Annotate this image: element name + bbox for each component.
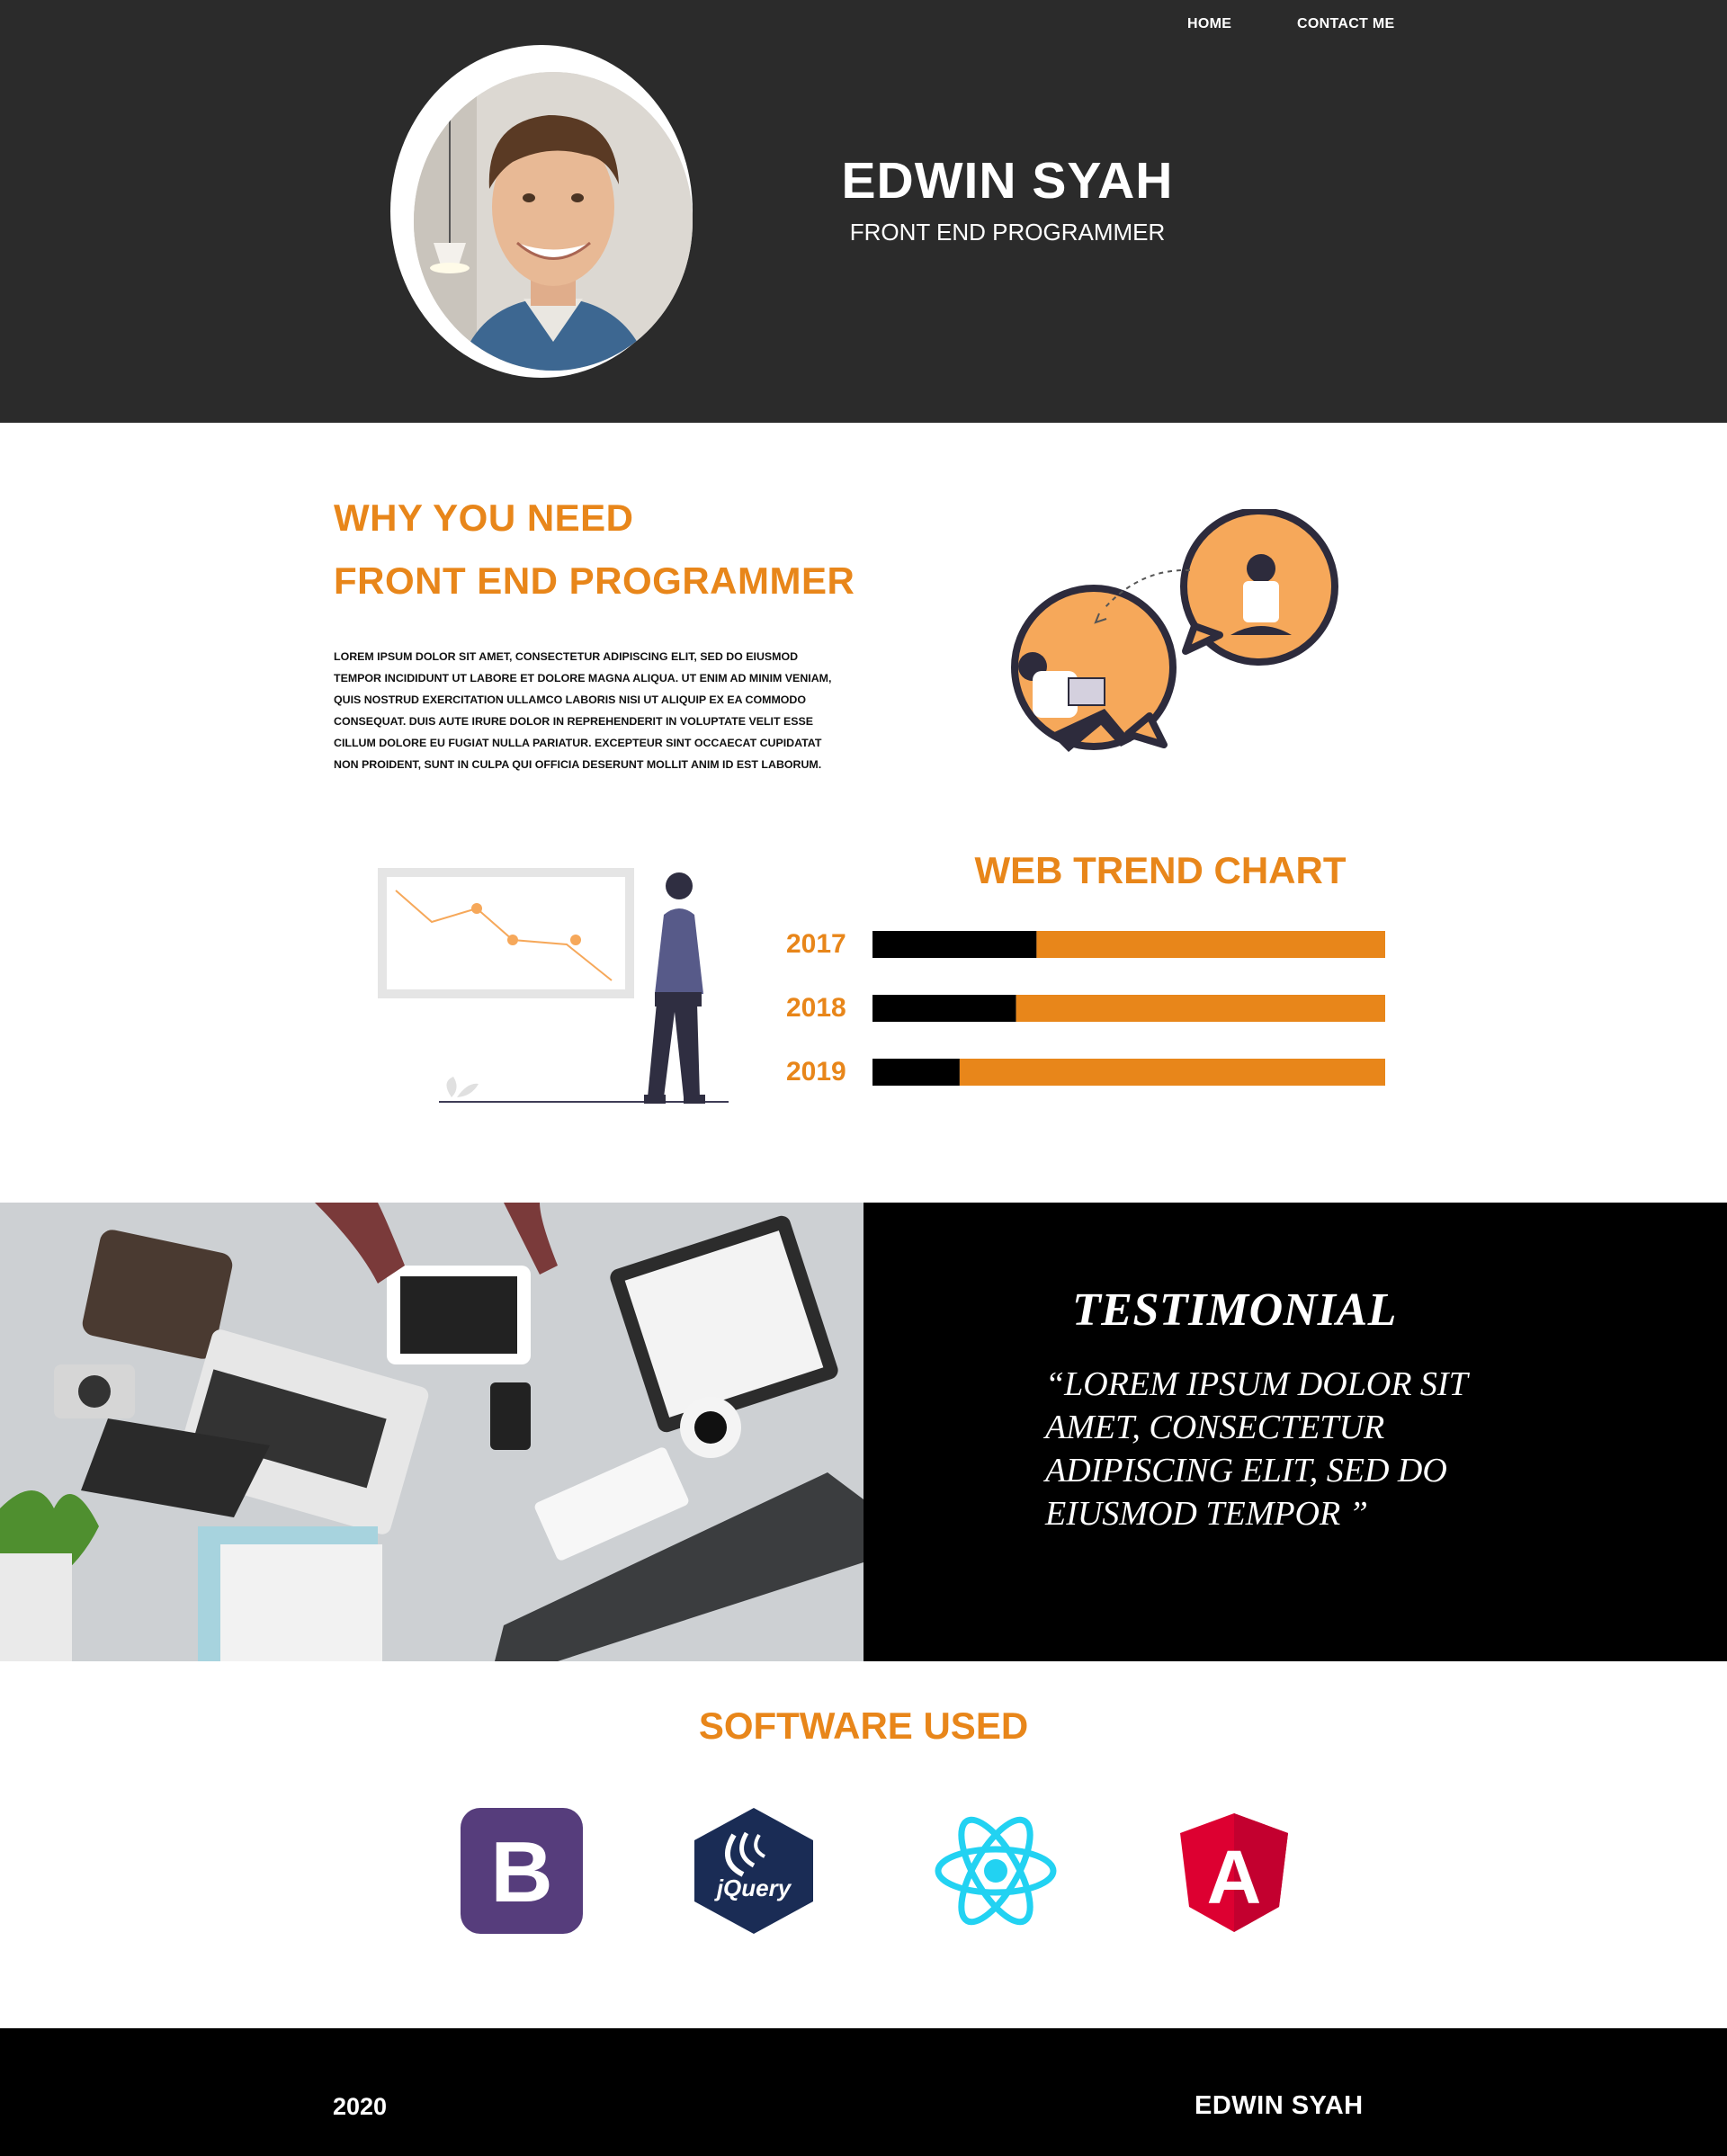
bar-label-2017: 2017 bbox=[786, 929, 846, 959]
chart-title: WEB TREND CHART bbox=[974, 849, 1347, 891]
testimonial-quote: “LOREM IPSUM DOLOR SIT AMET, CONSECTETUR… bbox=[1045, 1365, 1468, 1533]
svg-text:jQuery: jQuery bbox=[714, 1874, 792, 1901]
chat-illustration bbox=[1011, 509, 1338, 752]
avatar bbox=[414, 72, 693, 371]
react-logo-icon bbox=[935, 1816, 1057, 1926]
why-body: LOREM IPSUM DOLOR SIT AMET, CONSECTETUR … bbox=[334, 650, 832, 771]
desk-image bbox=[0, 1203, 864, 1661]
bar-2018-segment-1 bbox=[872, 995, 1016, 1022]
bar-2019-segment-2 bbox=[959, 1059, 1385, 1086]
bar-2019-segment-1 bbox=[872, 1059, 960, 1086]
angular-logo-icon: A bbox=[1180, 1813, 1288, 1932]
svg-text:B: B bbox=[490, 1824, 552, 1920]
bar-2017-segment-2 bbox=[1036, 931, 1385, 958]
software-title: SOFTWARE USED bbox=[698, 1704, 1029, 1747]
jquery-logo-icon: jQuery bbox=[694, 1808, 813, 1934]
bar-label-2019: 2019 bbox=[786, 1057, 846, 1087]
testimonial-title: TESTIMONIAL bbox=[1072, 1284, 1397, 1336]
why-title-line1: WHY YOU NEED bbox=[334, 497, 634, 539]
hero-name: EDWIN SYAH bbox=[841, 152, 1174, 210]
nav-contact-link[interactable]: CONTACT ME bbox=[1297, 16, 1394, 32]
top-nav: HOME CONTACT ME bbox=[0, 16, 1727, 43]
profile-photo bbox=[414, 72, 693, 371]
trend-bar-chart: 2017 2018 2019 bbox=[786, 929, 1385, 1087]
footer-name: EDWIN SYAH bbox=[1195, 2091, 1364, 2120]
chart-illustration bbox=[378, 868, 729, 1104]
svg-text:A: A bbox=[1207, 1835, 1262, 1919]
why-title-line2: FRONT END PROGRAMMER bbox=[334, 559, 855, 602]
workspace-photo bbox=[0, 1203, 864, 1661]
testimonial-panel: TESTIMONIAL “LOREM IPSUM DOLOR SIT AMET,… bbox=[864, 1203, 1727, 1661]
nav-home-link[interactable]: HOME bbox=[1187, 16, 1231, 32]
bar-label-2018: 2018 bbox=[786, 993, 846, 1023]
bar-2017-segment-1 bbox=[872, 931, 1037, 958]
bootstrap-logo-icon: B bbox=[461, 1808, 583, 1934]
footer-year: 2020 bbox=[333, 2093, 388, 2120]
bar-2018-segment-2 bbox=[1016, 995, 1385, 1022]
footer: 2020 EDWIN SYAH bbox=[0, 2028, 1727, 2156]
hero-header: HOME CONTACT ME EDWIN SYAH FRONT END PRO… bbox=[0, 0, 1727, 423]
hero-role: FRONT END PROGRAMMER bbox=[849, 219, 1166, 246]
